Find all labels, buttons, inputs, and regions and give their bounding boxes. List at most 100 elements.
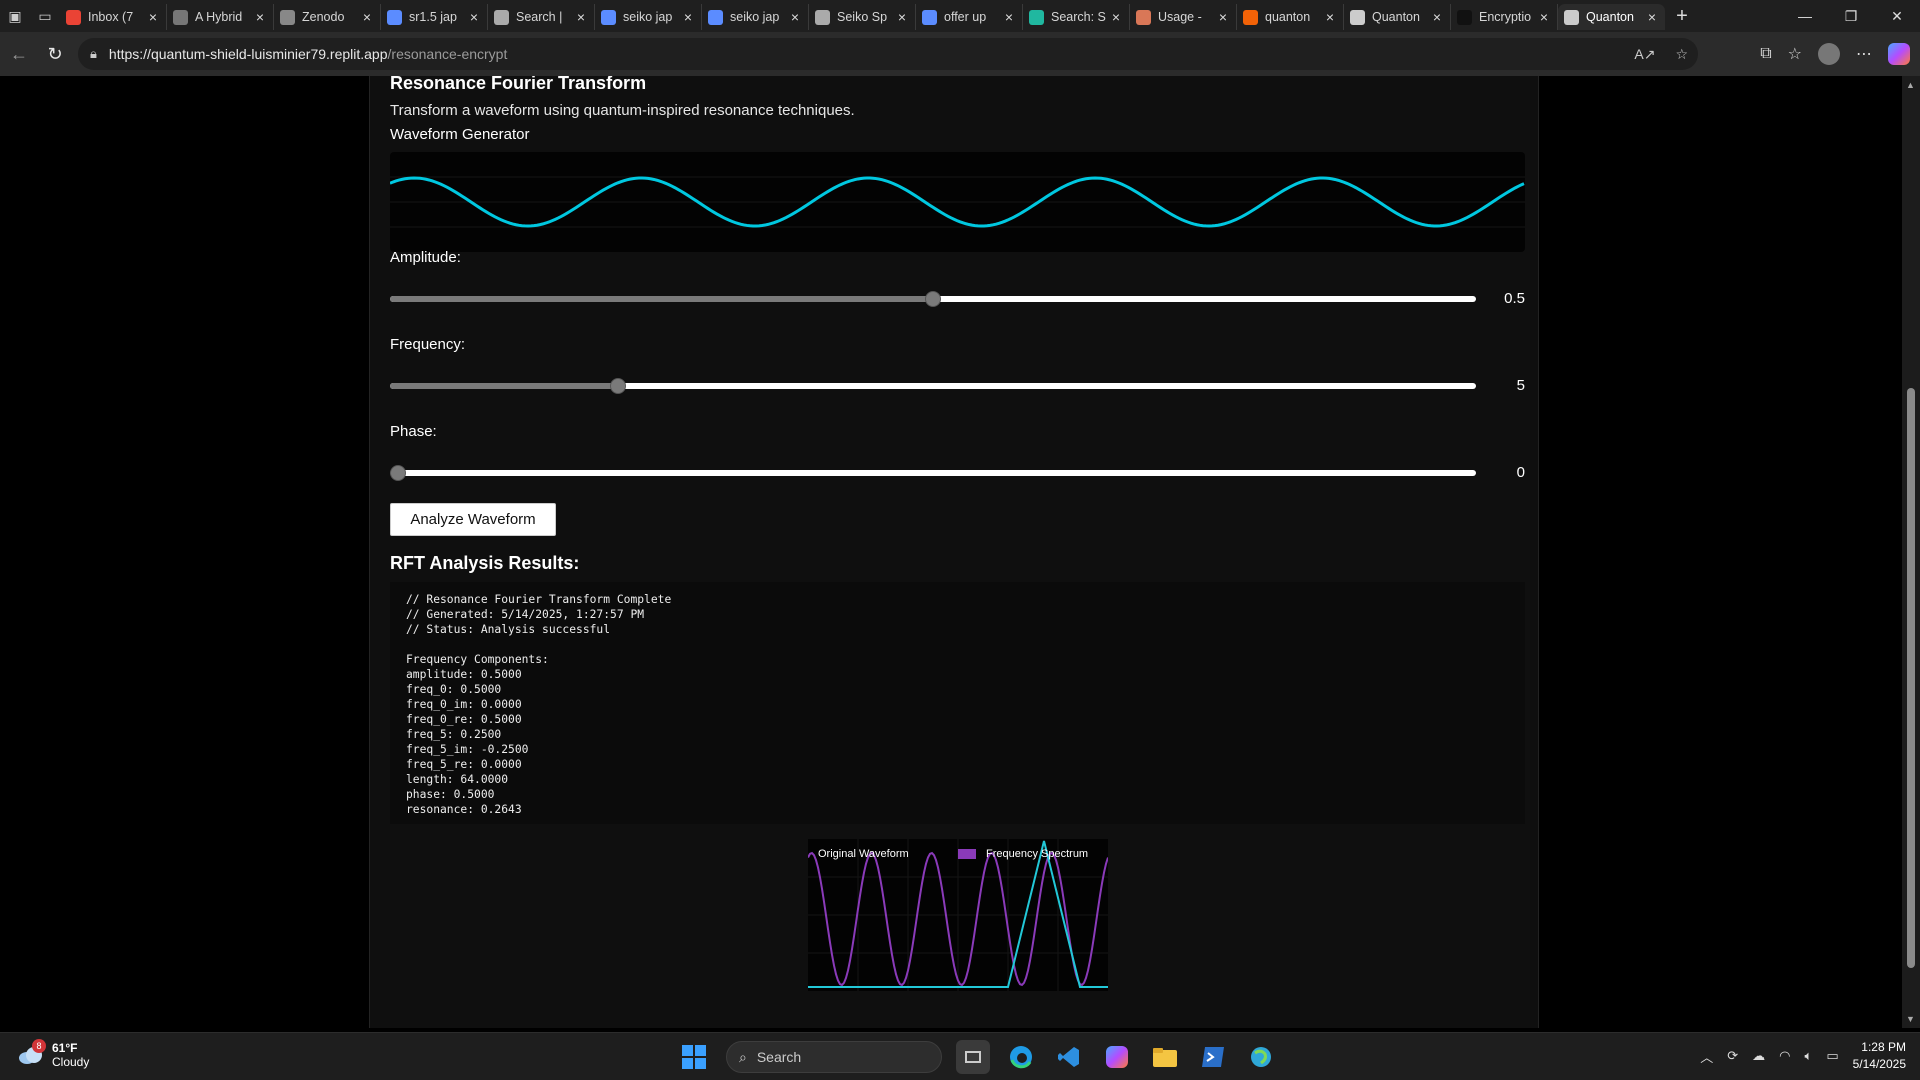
page-scrollbar[interactable]: ▲ ▼ (1902, 76, 1920, 1028)
legend-original-waveform[interactable]: Original Waveform (818, 848, 909, 860)
legend-swatch (958, 849, 976, 859)
browser-tab[interactable]: sr1.5 jap × (381, 4, 488, 30)
browser-toolbar: ⧉ ☆ ⋯ (1760, 32, 1910, 76)
taskbar-search[interactable]: ⌕ Search (726, 1041, 942, 1073)
copilot-app-icon[interactable] (1100, 1040, 1134, 1074)
favorite-star-icon[interactable]: ☆ (1675, 46, 1688, 63)
weather-temp: 61°F (52, 1041, 78, 1055)
wifi-icon[interactable]: ◠ (1779, 1048, 1790, 1064)
amplitude-slider-handle[interactable] (925, 291, 941, 307)
scroll-down-arrow[interactable]: ▼ (1906, 1014, 1915, 1024)
frequency-value: 5 (1516, 377, 1525, 394)
analyze-waveform-button[interactable]: Analyze Waveform (390, 503, 556, 536)
search-icon (708, 9, 723, 25)
copilot-icon[interactable] (1888, 43, 1910, 65)
close-tab-icon[interactable]: × (467, 9, 481, 25)
close-tab-icon[interactable]: × (1002, 9, 1016, 25)
tab-title: sr1.5 jap (409, 10, 457, 24)
clock-time: 1:28 PM (1861, 1040, 1906, 1054)
browser-tab[interactable]: Search | × (488, 4, 595, 30)
chatgpt-icon (494, 9, 509, 25)
browser-tab[interactable]: seiko jap × (595, 4, 702, 30)
close-tab-icon[interactable]: × (681, 9, 695, 25)
browser-tab[interactable]: Seiko Sp × (809, 4, 916, 30)
sync-icon[interactable]: ⟳ (1727, 1048, 1738, 1064)
browser-tab[interactable]: Usage - × (1130, 4, 1237, 30)
browser-tab[interactable]: Quanton × (1558, 4, 1665, 30)
tab-title: Inbox (7 (88, 10, 134, 24)
favorites-icon[interactable]: ☆ (1788, 44, 1802, 64)
tab-title: Quanton (1372, 10, 1420, 24)
close-tab-icon[interactable]: × (1645, 9, 1659, 25)
scroll-up-arrow[interactable]: ▲ (1906, 80, 1915, 90)
system-tray: ︿ ⟳ ☁ ◠ 🔈︎ ▭ 1:28 PM 5/14/2025 (1700, 1039, 1906, 1073)
browser-tab[interactable]: offer up × (916, 4, 1023, 30)
back-button[interactable]: ← (0, 32, 38, 76)
battery-icon[interactable]: ▭ (1826, 1048, 1838, 1064)
frequency-slider-handle[interactable] (610, 378, 627, 394)
close-tab-icon[interactable]: × (1216, 9, 1230, 25)
clock[interactable]: 1:28 PM 5/14/2025 (1853, 1039, 1906, 1073)
claude-icon (1136, 9, 1151, 25)
close-tab-icon[interactable]: × (1537, 9, 1551, 25)
close-tab-icon[interactable]: × (574, 9, 588, 25)
tab-title: Search: S (1051, 10, 1106, 24)
close-tab-icon[interactable]: × (146, 9, 160, 25)
frequency-slider[interactable] (390, 378, 1476, 394)
profile-avatar[interactable] (1818, 43, 1840, 65)
amplitude-slider[interactable] (390, 291, 1476, 307)
close-tab-icon[interactable]: × (253, 9, 267, 25)
phase-slider[interactable] (390, 465, 1476, 481)
new-tab-button[interactable]: + (1665, 5, 1699, 28)
close-tab-icon[interactable]: × (360, 9, 374, 25)
scrollbar-thumb[interactable] (1907, 388, 1915, 968)
vscode-icon[interactable] (1052, 1040, 1086, 1074)
browser-tab[interactable]: Encryptio × (1451, 4, 1558, 30)
browser-tab[interactable]: Zenodo × (274, 4, 381, 30)
browser-tab[interactable]: Inbox (7 × (60, 4, 167, 30)
perplexity-icon (1029, 9, 1044, 25)
app-globe-icon[interactable] (1244, 1040, 1278, 1074)
settings-more-icon[interactable]: ⋯ (1856, 44, 1872, 64)
powershell-icon[interactable] (1196, 1040, 1230, 1074)
legend-frequency-spectrum[interactable]: Frequency Spectrum (986, 848, 1088, 860)
url-field[interactable]: 🔒︎ https://quantum-shield-luisminier79.r… (78, 38, 1698, 70)
browser-tab[interactable]: quanton × (1237, 4, 1344, 30)
extensions-icon[interactable]: ⧉ (1760, 45, 1771, 63)
read-aloud-icon[interactable]: A↗ (1634, 46, 1655, 63)
window-controls: — ❐ ✕ (1782, 0, 1920, 32)
close-tab-icon[interactable]: × (1323, 9, 1337, 25)
rft-chart: Original Waveform Frequency Spectrum (807, 839, 1109, 991)
frequency-label: Frequency: (390, 336, 466, 353)
restore-button[interactable]: ❐ (1828, 0, 1874, 32)
browser-tab[interactable]: seiko jap × (702, 4, 809, 30)
file-explorer-icon[interactable] (1148, 1040, 1182, 1074)
taskbar-apps: ⌕ Search (676, 1039, 1278, 1075)
tab-title: Usage - (1158, 10, 1202, 24)
volume-icon[interactable]: 🔈︎ (1805, 1048, 1813, 1064)
task-view-icon[interactable] (956, 1040, 990, 1074)
url-text: https://quantum-shield-luisminier79.repl… (108, 46, 508, 62)
start-button[interactable] (676, 1039, 712, 1075)
address-bar-row: ← ↻ 🔒︎ https://quantum-shield-luisminier… (0, 32, 1920, 76)
close-tab-icon[interactable]: × (895, 9, 909, 25)
close-tab-icon[interactable]: × (788, 9, 802, 25)
site-info-icon[interactable]: 🔒︎ (90, 46, 97, 62)
search-icon (601, 9, 616, 25)
workspaces-icon[interactable]: ▣ (0, 0, 30, 32)
onedrive-icon[interactable]: ☁ (1752, 1048, 1765, 1064)
browser-tab[interactable]: A Hybrid × (167, 4, 274, 30)
tab-actions-icon[interactable]: ▭ (30, 0, 60, 32)
close-window-button[interactable]: ✕ (1874, 0, 1920, 32)
amplitude-slider-fill (390, 296, 933, 302)
refresh-button[interactable]: ↻ (36, 32, 74, 76)
minimize-button[interactable]: — (1782, 0, 1828, 32)
tray-chevron-icon[interactable]: ︿ (1700, 1047, 1713, 1066)
close-tab-icon[interactable]: × (1430, 9, 1444, 25)
phase-slider-handle[interactable] (390, 465, 406, 481)
weather-widget[interactable]: 8 61°F Cloudy (18, 1039, 89, 1069)
browser-tab[interactable]: Quanton × (1344, 4, 1451, 30)
close-tab-icon[interactable]: × (1109, 9, 1123, 25)
edge-icon[interactable] (1004, 1040, 1038, 1074)
browser-tab[interactable]: Search: S × (1023, 4, 1130, 30)
